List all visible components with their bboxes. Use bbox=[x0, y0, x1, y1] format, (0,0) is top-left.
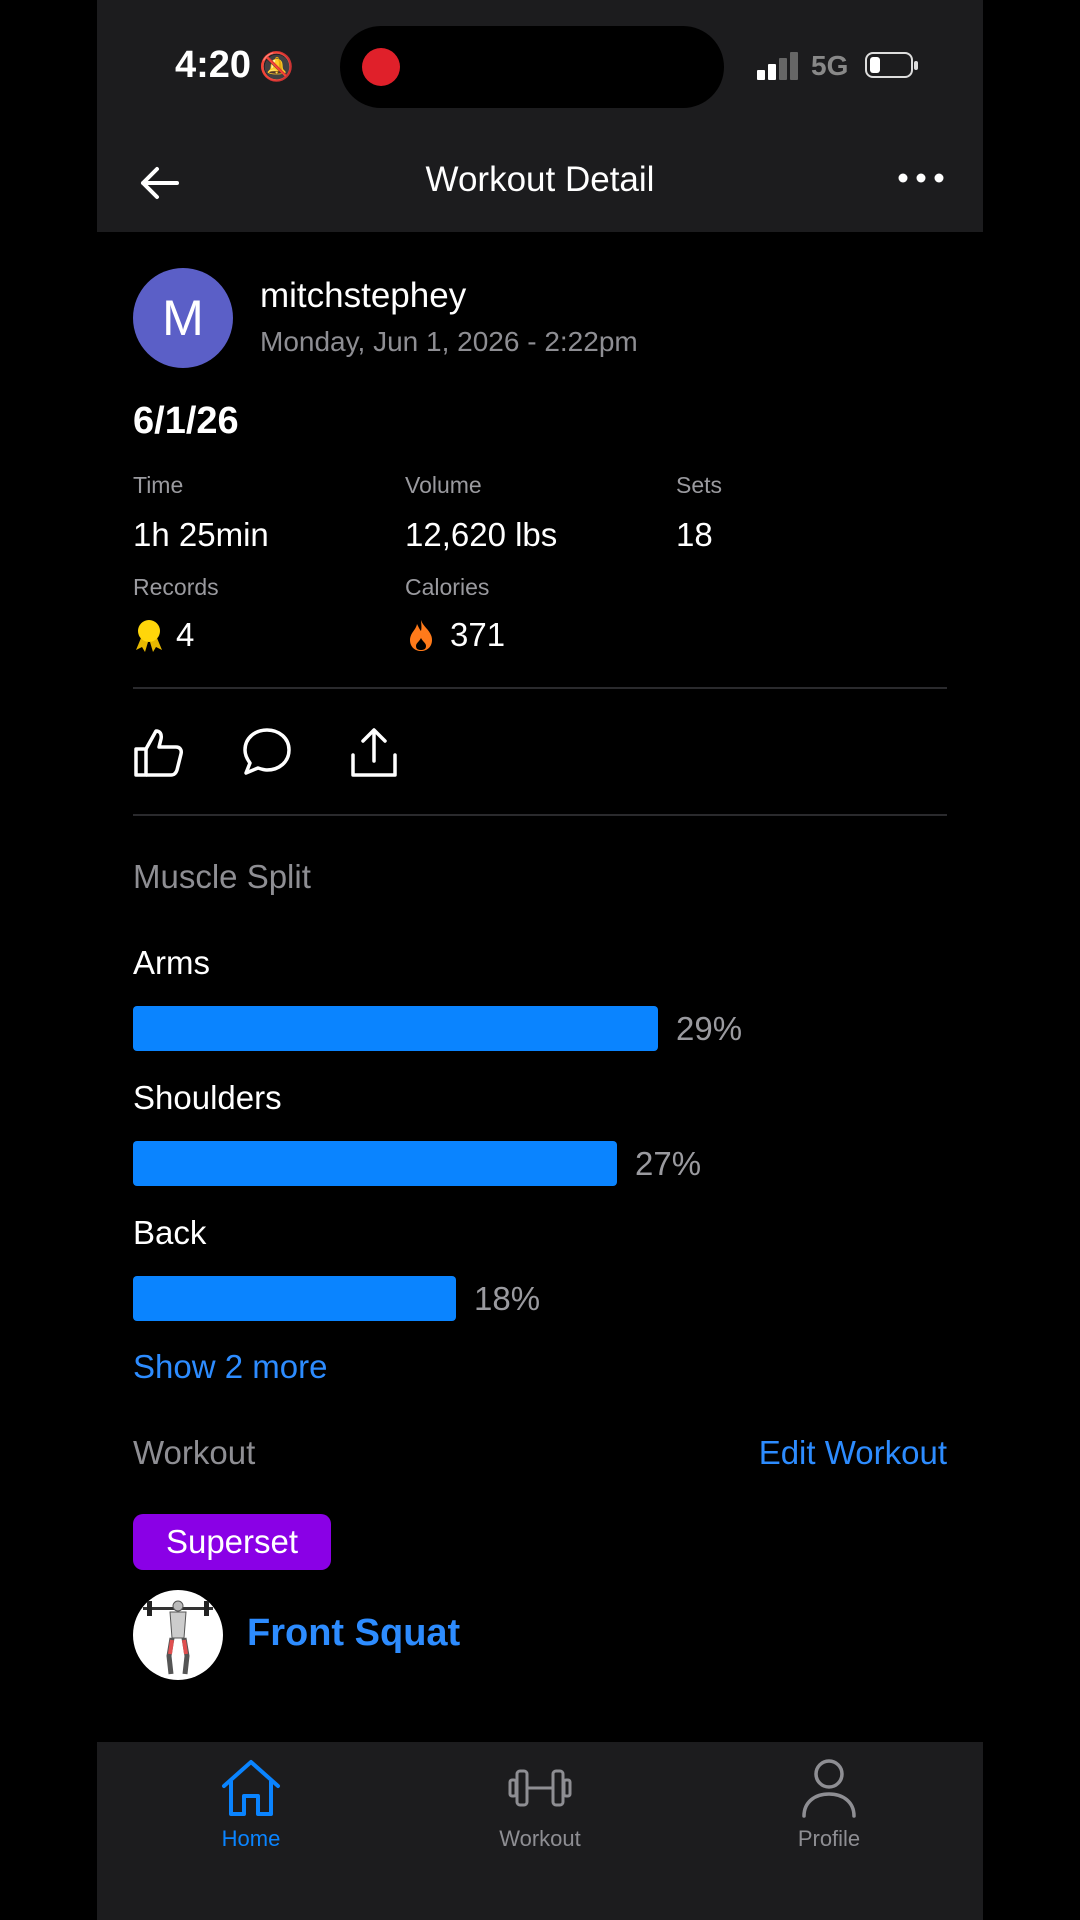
calories-label: Calories bbox=[405, 574, 490, 600]
medal-icon bbox=[136, 620, 162, 652]
bar-percent: 29% bbox=[676, 1010, 743, 1047]
calories-value: 371 bbox=[450, 616, 506, 653]
status-bar: 4:20 🔕 5G bbox=[97, 0, 983, 132]
exercise-name[interactable]: Front Squat bbox=[247, 1612, 460, 1655]
like-thumbs-up-icon[interactable] bbox=[131, 725, 185, 779]
person-icon bbox=[802, 1759, 856, 1818]
status-time: 4:20 bbox=[175, 44, 252, 86]
workout-datetime: Monday, Jun 1, 2026 - 2:22pm bbox=[260, 326, 638, 357]
volume-label: Volume bbox=[405, 472, 482, 498]
records-value: 4 bbox=[176, 616, 195, 653]
sets-value: 18 bbox=[676, 516, 713, 553]
avatar[interactable]: M bbox=[133, 268, 233, 368]
tab-label: Profile bbox=[797, 1826, 861, 1851]
battery-icon bbox=[865, 52, 918, 78]
edit-workout-link[interactable]: Edit Workout bbox=[759, 1434, 947, 1472]
tab-workout[interactable]: Workout bbox=[450, 1756, 630, 1852]
dumbbell-icon bbox=[508, 1769, 572, 1807]
recording-indicator-icon bbox=[362, 48, 400, 86]
superset-badge: Superset bbox=[133, 1514, 331, 1570]
cellular-signal-icon bbox=[757, 52, 801, 80]
divider bbox=[133, 814, 947, 816]
bar-percent: 27% bbox=[635, 1145, 702, 1182]
volume-value: 12,620 lbs bbox=[405, 516, 558, 553]
dynamic-island bbox=[340, 26, 724, 108]
tab-home[interactable]: Home bbox=[161, 1756, 341, 1852]
username[interactable]: mitchstephey bbox=[260, 276, 466, 316]
phone-screen: 4:20 🔕 5G Workout Detail M mitchstephey … bbox=[97, 0, 983, 1920]
time-value: 1h 25min bbox=[133, 516, 269, 553]
muscle-split-heading: Muscle Split bbox=[133, 858, 311, 895]
more-options-icon[interactable] bbox=[897, 168, 945, 188]
records-label: Records bbox=[133, 574, 219, 600]
workout-title: 6/1/26 bbox=[133, 400, 239, 442]
show-more-link[interactable]: Show 2 more bbox=[133, 1348, 327, 1386]
muscle-bar-shoulders: 27% bbox=[133, 1141, 947, 1186]
bar-fill bbox=[133, 1141, 617, 1186]
navigation-bar: Workout Detail bbox=[97, 132, 983, 232]
bar-percent: 18% bbox=[474, 1280, 541, 1317]
sets-label: Sets bbox=[676, 472, 723, 498]
tab-label: Home bbox=[221, 1826, 281, 1851]
tab-profile[interactable]: Profile bbox=[739, 1756, 919, 1852]
home-icon bbox=[222, 1760, 280, 1816]
tab-bar: Home Workout Profile bbox=[97, 1742, 983, 1920]
muscle-bar-arms: 29% bbox=[133, 1006, 947, 1051]
bar-fill bbox=[133, 1006, 658, 1051]
divider bbox=[133, 687, 947, 689]
muscle-name-arms: Arms bbox=[133, 944, 210, 981]
exercise-thumbnail[interactable] bbox=[133, 1590, 223, 1680]
network-type: 5G bbox=[811, 50, 849, 81]
silent-bell-icon: 🔕 bbox=[259, 51, 294, 82]
front-squat-illustration-icon bbox=[143, 1600, 213, 1675]
bar-fill bbox=[133, 1276, 456, 1321]
muscle-bar-back: 18% bbox=[133, 1276, 947, 1321]
muscle-name-back: Back bbox=[133, 1214, 207, 1251]
tab-label: Workout bbox=[499, 1826, 581, 1851]
time-label: Time bbox=[133, 472, 184, 498]
comment-bubble-icon[interactable] bbox=[240, 725, 294, 779]
muscle-name-shoulders: Shoulders bbox=[133, 1079, 282, 1116]
flame-icon bbox=[410, 620, 432, 651]
page-title: Workout Detail bbox=[425, 160, 655, 199]
share-upload-icon[interactable] bbox=[347, 725, 401, 779]
workout-heading: Workout bbox=[133, 1434, 256, 1471]
